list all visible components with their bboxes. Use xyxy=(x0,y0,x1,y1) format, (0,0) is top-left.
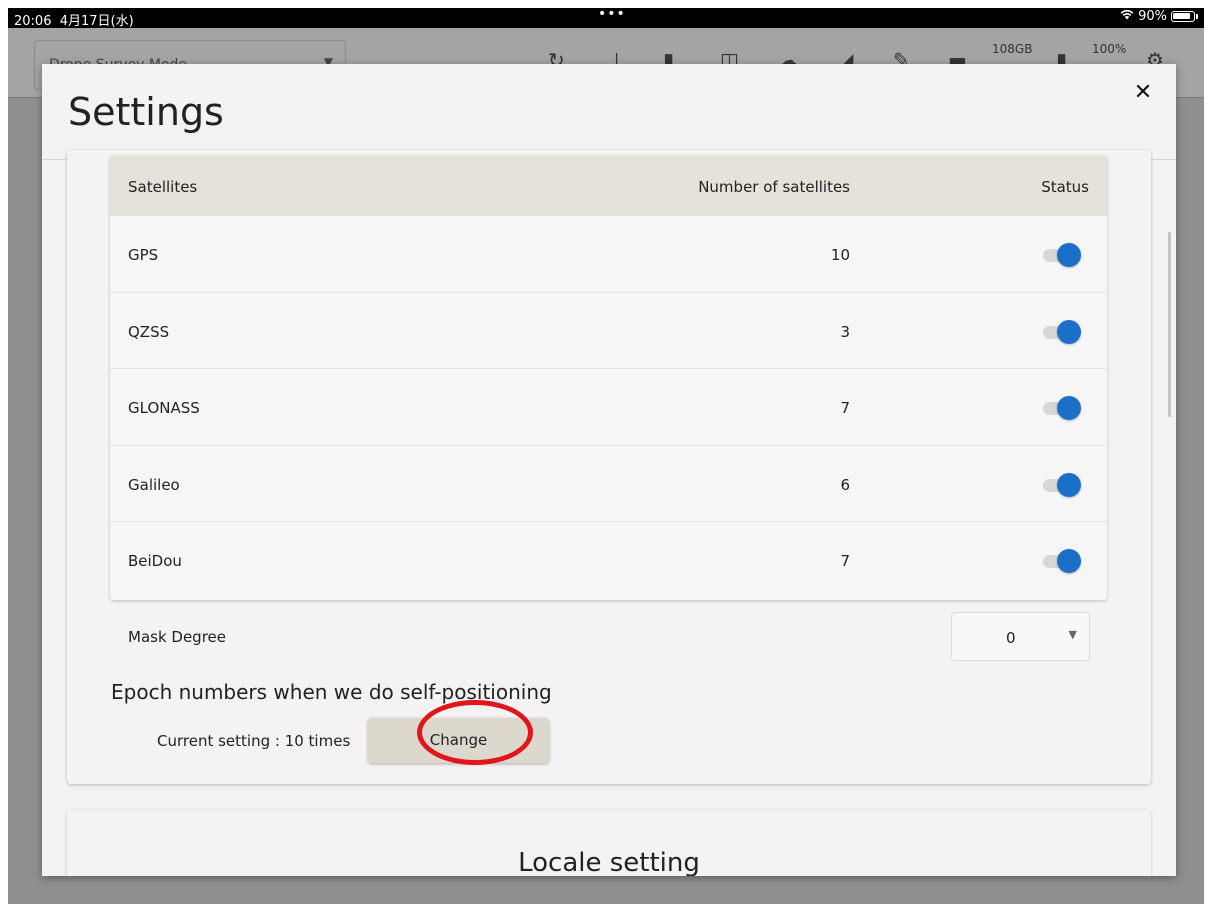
satellite-count: 7 xyxy=(840,399,850,417)
satellite-name: BeiDou xyxy=(128,552,182,570)
wifi-icon xyxy=(1120,9,1134,24)
locale-settings-card: Locale setting xyxy=(67,810,1151,876)
status-toggle[interactable] xyxy=(1041,243,1081,267)
header-satellites: Satellites xyxy=(128,178,198,196)
close-button[interactable]: ✕ xyxy=(1126,76,1160,110)
satellite-name: GLONASS xyxy=(128,399,200,417)
table-row: Galileo 6 xyxy=(110,446,1107,522)
satellite-count: 6 xyxy=(840,475,850,494)
status-bar: 20:06 4月17日(水) ••• 90% xyxy=(8,6,1204,29)
satellite-count: 7 xyxy=(840,552,850,570)
mask-degree-select[interactable]: 0 ▼ xyxy=(951,612,1090,661)
mask-degree-label: Mask Degree xyxy=(128,628,226,646)
satellite-count: 10 xyxy=(830,246,850,264)
mask-degree-value: 0 xyxy=(1006,629,1016,647)
status-toggle[interactable] xyxy=(1041,319,1081,344)
settings-modal: Settings ✕ Satellites Number of satellit… xyxy=(42,64,1176,876)
battery-percent: 90% xyxy=(1138,9,1167,24)
chevron-down-icon: ▼ xyxy=(1068,628,1077,641)
storage-text: 108GB xyxy=(992,42,1033,56)
device-battery-text: 100% xyxy=(1092,42,1127,56)
close-icon: ✕ xyxy=(1133,80,1153,105)
status-time: 20:06 4月17日(水) xyxy=(14,14,134,29)
satellite-count: 3 xyxy=(840,322,850,341)
header-number-of-satellites: Number of satellites xyxy=(698,178,850,196)
satellite-name: Galileo xyxy=(128,475,180,494)
satellites-table: Satellites Number of satellites Status G… xyxy=(110,156,1107,600)
epoch-current-setting: Current setting : 10 times xyxy=(157,732,351,750)
settings-scroll-area[interactable]: Satellites Number of satellites Status G… xyxy=(42,150,1176,876)
table-row: GLONASS 7 xyxy=(110,369,1107,446)
scrollbar[interactable] xyxy=(1168,232,1171,417)
epoch-section-title: Epoch numbers when we do self-positionin… xyxy=(111,680,552,704)
battery-icon xyxy=(1171,11,1195,22)
table-row: QZSS 3 xyxy=(110,293,1107,369)
table-row: BeiDou 7 xyxy=(110,522,1107,599)
table-header: Satellites Number of satellites Status xyxy=(110,156,1107,216)
table-row: GPS 10 xyxy=(110,216,1107,293)
satellite-name: GPS xyxy=(128,246,159,264)
modal-header: Settings ✕ xyxy=(42,64,1176,160)
satellite-name: QZSS xyxy=(128,322,170,341)
gnss-settings-card: Satellites Number of satellites Status G… xyxy=(67,150,1151,784)
status-toggle[interactable] xyxy=(1041,549,1081,573)
status-right: 90% xyxy=(1120,9,1198,24)
multitask-dots[interactable]: ••• xyxy=(598,6,626,22)
modal-title: Settings xyxy=(68,90,224,134)
change-button[interactable]: Change xyxy=(368,718,549,763)
status-toggle[interactable] xyxy=(1041,396,1081,420)
status-toggle[interactable] xyxy=(1041,472,1081,497)
locale-title: Locale setting xyxy=(518,848,700,876)
header-status: Status xyxy=(1041,178,1089,196)
